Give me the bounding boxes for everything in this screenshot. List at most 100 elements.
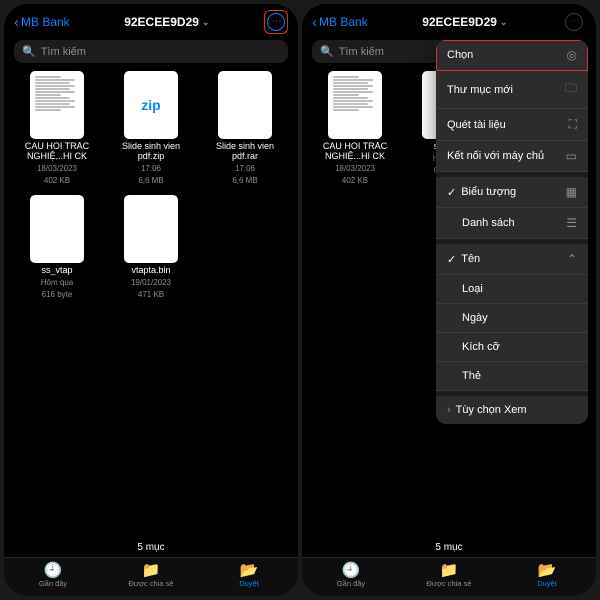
file-size: 471 KB [138, 291, 164, 300]
footer-count: 5 mục [4, 538, 298, 557]
scan-icon: ⛶ [569, 117, 577, 132]
more-button[interactable]: ⋯ [562, 10, 586, 34]
tab-folder-person[interactable]: 📁Được chia sẻ [102, 562, 200, 588]
search-icon: 🔍 [22, 45, 36, 58]
back-label: MB Bank [21, 15, 70, 29]
search-placeholder: Tìm kiếm [41, 46, 86, 58]
menu-item-scan[interactable]: Quét tài liệu ⛶ [436, 109, 588, 141]
folder-icon: 📂 [537, 562, 557, 578]
file-date: 18/03/2023 [335, 165, 375, 174]
file-date: Hôm qua [41, 279, 73, 288]
file-item[interactable]: zip Slide sinh vien pdf.zip 17:06 6,6 MB [108, 71, 194, 185]
menu-item-list-view[interactable]: Danh sách ☰ [436, 208, 588, 239]
file-name: ss_vtap [41, 266, 72, 276]
grid-icon: ▦ [566, 185, 577, 199]
back-label: MB Bank [319, 15, 368, 29]
folder-person-icon: 📁 [439, 562, 459, 578]
file-item[interactable]: CÂU HỎI TRẮC NGHIỆ...HI CK 18/03/2023 402 … [312, 71, 398, 185]
chevron-left-icon: ‹ [312, 15, 317, 30]
check-icon: ✓ [447, 253, 456, 266]
tab-label: Được chia sẻ [427, 579, 472, 588]
tab-label: Gần đây [39, 579, 67, 588]
tab-folder[interactable]: 📂Duyệt [200, 562, 298, 588]
nav-title[interactable]: 92ECEE9D29 ⌄ [76, 15, 258, 29]
file-item[interactable]: CÂU HỎI TRẮC NGHIỆ...HI CK 18/03/2023 402 … [14, 71, 100, 185]
file-icon [124, 195, 178, 263]
file-size: 402 KB [44, 177, 70, 186]
file-name: CÂU HỎI TRẮC NGHIỆ...HI CK [17, 142, 97, 162]
chevron-up-icon: ⌃ [567, 252, 577, 266]
more-icon: ⋯ [565, 13, 583, 31]
chevron-down-icon: ⌄ [500, 17, 508, 28]
tab-label: Duyệt [239, 579, 259, 588]
nav-title[interactable]: 92ECEE9D29 ⌄ [374, 15, 556, 29]
menu-item-icons-view[interactable]: ✓Biểu tượng ▦ [436, 177, 588, 208]
nav-bar: ‹ MB Bank 92ECEE9D29 ⌄ ⋯ [302, 4, 596, 38]
file-icon [30, 71, 84, 139]
file-name: Slide sinh vien pdf.zip [111, 142, 191, 162]
file-date: 17:06 [235, 165, 255, 174]
tab-bar-left: 🕘Gần đây📁Được chia sẻ📂Duyệt [4, 557, 298, 596]
search-icon: 🔍 [320, 45, 334, 58]
file-size: 6,6 MB [232, 177, 257, 186]
chevron-down-icon: ⌄ [202, 17, 210, 28]
screen-right: ‹ MB Bank 92ECEE9D29 ⌄ ⋯ 🔍 Tìm kiếm CÂU … [302, 4, 596, 596]
file-size: 402 KB [342, 177, 368, 186]
clock-icon: 🕘 [341, 562, 361, 578]
back-button[interactable]: ‹ MB Bank [14, 15, 70, 30]
context-menu: Chọn ◎ Thư mục mới 🗀 Quét tài liệu ⛶ Kết… [436, 40, 588, 424]
screen-left: ‹ MB Bank 92ECEE9D29 ⌄ ⋯ 🔍 Tìm kiếm CÂU … [4, 4, 298, 596]
tab-clock[interactable]: 🕘Gần đây [4, 562, 102, 588]
tab-folder-person[interactable]: 📁Được chia sẻ [400, 562, 498, 588]
server-icon: ▭ [566, 149, 577, 163]
back-button[interactable]: ‹ MB Bank [312, 15, 368, 30]
check-icon: ✓ [447, 186, 456, 199]
chevron-right-icon: › [447, 404, 451, 416]
file-icon [328, 71, 382, 139]
menu-item-sort-size[interactable]: Kích cỡ [436, 333, 588, 362]
tab-label: Duyệt [537, 579, 557, 588]
tab-bar-right: 🕘Gần đây📁Được chia sẻ📂Duyệt [302, 557, 596, 596]
search-placeholder: Tìm kiếm [339, 46, 384, 58]
menu-item-sort-date[interactable]: Ngày [436, 304, 588, 333]
folder-icon: 📂 [239, 562, 259, 578]
list-icon: ☰ [566, 216, 577, 230]
nav-bar: ‹ MB Bank 92ECEE9D29 ⌄ ⋯ [4, 4, 298, 38]
file-size: 616 byte [42, 291, 73, 300]
tab-clock[interactable]: 🕘Gần đây [302, 562, 400, 588]
check-circle-icon: ◎ [567, 48, 577, 62]
tab-folder[interactable]: 📂Duyệt [498, 562, 596, 588]
menu-item-select[interactable]: Chọn ◎ [436, 40, 588, 71]
file-item[interactable]: vtapta.bin 19/01/2023 471 KB [108, 195, 194, 299]
file-item[interactable]: ss_vtap Hôm qua 616 byte [14, 195, 100, 299]
file-name: CÂU HỎI TRẮC NGHIỆ...HI CK [315, 142, 395, 162]
menu-item-sort-name[interactable]: ✓Tên ⌃ [436, 244, 588, 275]
more-icon: ⋯ [267, 13, 285, 31]
folder-plus-icon: 🗀 [565, 79, 577, 100]
menu-item-new-folder[interactable]: Thư mục mới 🗀 [436, 71, 588, 109]
folder-person-icon: 📁 [141, 562, 161, 578]
tab-label: Được chia sẻ [129, 579, 174, 588]
search-bar[interactable]: 🔍 Tìm kiếm [14, 40, 288, 63]
menu-item-sort-kind[interactable]: Loại [436, 275, 588, 304]
clock-icon: 🕘 [43, 562, 63, 578]
file-icon [30, 195, 84, 263]
files-grid-left: CÂU HỎI TRẮC NGHIỆ...HI CK 18/03/2023 402 … [4, 71, 298, 538]
more-button[interactable]: ⋯ [264, 10, 288, 34]
file-size: 6,6 MB [138, 177, 163, 186]
file-item[interactable]: Slide sinh vien pdf.rar 17:06 6,6 MB [202, 71, 288, 185]
footer-count: 5 mục [302, 538, 596, 557]
file-name: vtapta.bin [131, 266, 170, 276]
menu-item-sort-tags[interactable]: Thẻ [436, 362, 588, 391]
menu-item-view-options[interactable]: ›Tùy chọn Xem [436, 396, 588, 424]
tab-label: Gần đây [337, 579, 365, 588]
file-date: 18/03/2023 [37, 165, 77, 174]
chevron-left-icon: ‹ [14, 15, 19, 30]
file-name: Slide sinh vien pdf.rar [205, 142, 285, 162]
menu-item-connect-server[interactable]: Kết nối với máy chủ ▭ [436, 141, 588, 172]
zip-label: zip [141, 97, 160, 113]
file-icon: zip [124, 71, 178, 139]
file-icon [218, 71, 272, 139]
file-date: 17:06 [141, 165, 161, 174]
file-date: 19/01/2023 [131, 279, 171, 288]
